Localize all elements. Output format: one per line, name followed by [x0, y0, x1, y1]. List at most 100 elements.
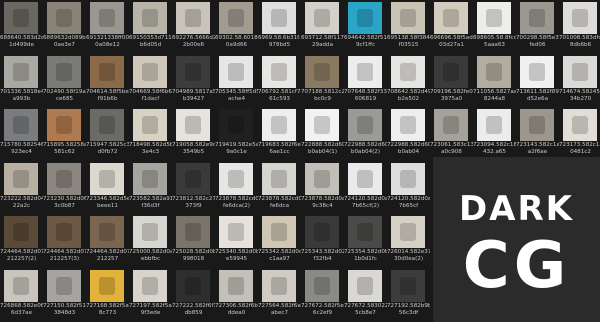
file-item[interactable]: 724464.582d077212257(2) [0, 214, 43, 267]
file-item[interactable]: 714674.58245a434b270 [559, 54, 600, 107]
file-item[interactable]: 704614.58f5be18f91b6b [86, 54, 129, 107]
file-thumbnail[interactable] [477, 55, 511, 88]
file-item[interactable]: 725342.582d0c9 c1aa97 [258, 214, 301, 267]
file-item[interactable]: 723582.582a91 f36d3f [129, 161, 172, 214]
file-item[interactable]: 725340.582d0b0e59945 [215, 214, 258, 267]
file-item[interactable]: 701008.583dfd18db6b6 [559, 0, 600, 53]
file-thumbnail[interactable] [47, 216, 81, 248]
file-item[interactable]: 722888.582d608b0ab04(1) [301, 107, 344, 160]
file-thumbnail[interactable] [47, 2, 81, 34]
file-item[interactable]: 704669.58f6b6b f1dacf [129, 54, 172, 107]
file-item[interactable]: 718498.582d5b83e4c3 [129, 107, 172, 160]
file-thumbnail[interactable] [563, 109, 597, 141]
file-thumbnail[interactable] [305, 2, 339, 34]
file-thumbnail[interactable] [434, 2, 468, 34]
file-thumbnail[interactable] [219, 55, 253, 88]
file-thumbnail[interactable] [348, 2, 382, 34]
file-thumbnail[interactable] [176, 162, 210, 195]
file-thumbnail[interactable] [262, 109, 296, 141]
file-item[interactable]: 719058.582e9d93549b5 [172, 107, 215, 160]
file-thumbnail[interactable] [133, 162, 167, 195]
file-thumbnail[interactable] [434, 109, 468, 141]
file-thumbnail[interactable] [262, 2, 296, 34]
file-item[interactable]: 707648.582f33e 606819 [344, 54, 387, 107]
file-item[interactable]: 693712.58f1175b29adda [301, 0, 344, 53]
file-item[interactable]: 695138.58f3840 f03515 [387, 0, 430, 53]
file-thumbnail[interactable] [47, 162, 81, 195]
file-item[interactable]: 713611.582f895 d52e6a [516, 54, 559, 107]
file-thumbnail[interactable] [176, 269, 210, 302]
file-item[interactable]: 715947.5825c3f8d0fb72 [86, 107, 129, 160]
file-thumbnail[interactable] [4, 2, 38, 34]
file-item[interactable]: 723346.582d5e2beee11 [86, 161, 129, 214]
file-thumbnail[interactable] [47, 55, 81, 88]
file-thumbnail[interactable] [4, 162, 38, 195]
file-item[interactable]: 715780.582546a923ec4 [0, 107, 43, 160]
file-thumbnail[interactable] [391, 55, 425, 88]
file-thumbnail[interactable] [520, 2, 554, 34]
file-item[interactable]: 69302.58.6018e40a9d66 [215, 0, 258, 53]
file-item[interactable]: 725354.582d0bd1b0d1fc [344, 214, 387, 267]
file-item[interactable]: 726868.582e06 6d37ae [0, 268, 43, 321]
file-item[interactable]: 719683.582f6e2 6ae1cc [258, 107, 301, 160]
file-thumbnail[interactable] [4, 269, 38, 302]
file-item[interactable]: 724464.582d077212257(3) [43, 214, 86, 267]
file-item[interactable]: 698605.58.8fcde 5aaa63 [473, 0, 516, 53]
file-item[interactable]: 724464.582d077212257 [86, 214, 129, 267]
file-thumbnail[interactable] [262, 216, 296, 248]
file-thumbnail[interactable] [176, 2, 210, 34]
file-thumbnail[interactable] [90, 216, 124, 248]
file-item[interactable]: 727150.582f516 3848d3 [43, 268, 86, 321]
file-item[interactable]: 723222.582d04f 22a2c [0, 161, 43, 214]
file-thumbnail[interactable] [563, 2, 597, 34]
file-item[interactable]: 726014.582e37030d0ea(2) [387, 214, 430, 267]
file-item[interactable]: 711056.5827aa78244a8 [473, 54, 516, 107]
file-thumbnail[interactable] [348, 55, 382, 88]
file-item[interactable]: 724120.582d0a47b65cf [387, 161, 430, 214]
file-item[interactable]: 727564.582f6a74abec7 [258, 268, 301, 321]
file-thumbnail[interactable] [391, 162, 425, 195]
file-item[interactable]: 6889632d089b4 0ae3e7 [43, 0, 86, 53]
file-item[interactable]: 723061.583c139 a0c908 [430, 107, 473, 160]
file-thumbnail[interactable] [176, 55, 210, 88]
file-thumbnail[interactable] [262, 269, 296, 302]
file-thumbnail[interactable] [563, 55, 597, 88]
file-thumbnail[interactable] [391, 269, 425, 302]
file-thumbnail[interactable] [133, 55, 167, 88]
file-item[interactable]: 723230.582d06e3c0b87 [43, 161, 86, 214]
file-item[interactable]: 715895.58258a8581c62 [43, 107, 86, 160]
file-item[interactable]: 723173.582c1a60481c2 [559, 107, 600, 160]
file-item[interactable]: 704989.5817a578b39427 [172, 54, 215, 107]
file-thumbnail[interactable] [219, 216, 253, 248]
file-thumbnail[interactable] [477, 109, 511, 141]
file-item[interactable]: 719419.582e5ad19a0c1e [215, 107, 258, 160]
file-item[interactable]: 723878.582d0a49c38c4 [301, 161, 344, 214]
file-thumbnail[interactable] [47, 269, 81, 302]
file-thumbnail[interactable] [434, 55, 468, 88]
file-item[interactable]: 696696.58f5ad1 03d27a1 [430, 0, 473, 53]
file-thumbnail[interactable] [4, 109, 38, 141]
file-item[interactable]: 724120.582d0a47b65cf(2) [344, 161, 387, 214]
file-thumbnail[interactable] [47, 109, 81, 141]
file-item[interactable]: 725028.582d0bd998018 [172, 214, 215, 267]
file-item[interactable]: 705345.58ff5d59ache4 [215, 54, 258, 107]
file-item[interactable]: 725343.582d021f32fb4 [301, 214, 344, 267]
file-item[interactable]: 722988.582d608b0ab04(2) [344, 107, 387, 160]
file-item[interactable]: 727672.582f5e2 6c2ef9 [301, 268, 344, 321]
file-thumbnail[interactable] [520, 55, 554, 88]
file-thumbnail[interactable] [348, 109, 382, 141]
file-thumbnail[interactable] [90, 55, 124, 88]
file-item[interactable]: 723143.582c1a3 a2f6ae [516, 107, 559, 160]
file-thumbnail[interactable] [348, 269, 382, 302]
file-item[interactable]: 69150353d7115 b6d05d [129, 0, 172, 53]
file-thumbnail[interactable] [90, 162, 124, 195]
file-thumbnail[interactable] [90, 2, 124, 34]
file-item[interactable]: 691321338ff00d40a08e12 [86, 0, 129, 53]
file-item[interactable]: 692276.5666d2a2b00e6 [172, 0, 215, 53]
file-item[interactable]: 688640.583d2cc 1d499de [0, 0, 43, 53]
file-thumbnail[interactable] [133, 269, 167, 302]
file-thumbnail[interactable] [305, 269, 339, 302]
file-thumbnail[interactable] [219, 269, 253, 302]
file-thumbnail[interactable] [305, 109, 339, 141]
file-item[interactable]: 727197.582f5ad 9f3ede [129, 268, 172, 321]
